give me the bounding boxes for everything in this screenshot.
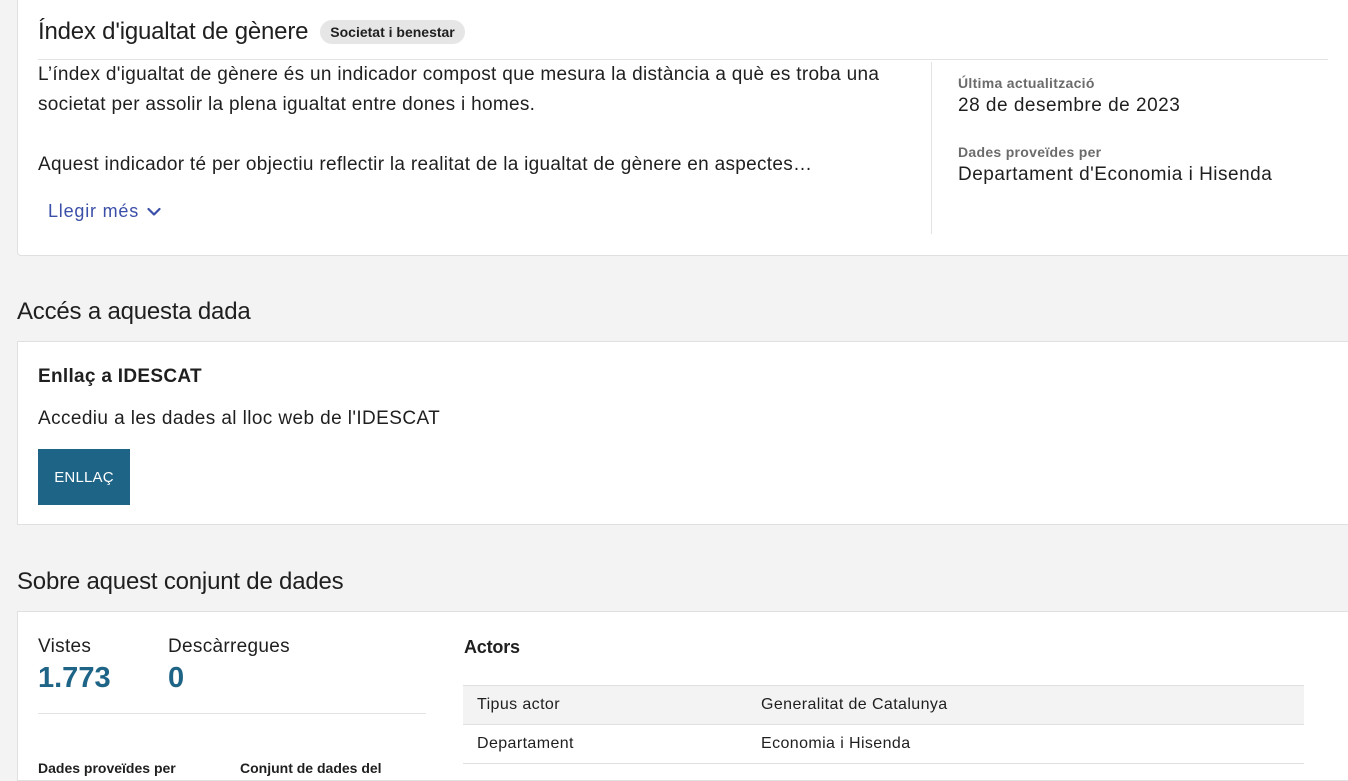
category-badge[interactable]: Societat i benestar [320,20,465,44]
downloads-stat: Descàrregues 0 [168,636,290,695]
table-row: Tipus actor Generalitat de Catalunya [463,685,1304,725]
page-title: Índex d'igualtat de gènere [38,18,309,45]
actor-key: Departament [463,724,761,764]
downloads-label: Descàrregues [168,636,290,657]
last-update-label: Última actualització [958,75,1095,91]
link-title: Enllaç a IDESCAT [38,366,202,387]
last-update-value: 28 de desembre de 2023 [958,95,1181,116]
provider-value: Departament d'Economia i Hisenda [958,164,1273,185]
link-description: Accediu a les dades al lloc web de l'IDE… [38,408,441,429]
provider-label: Dades proveïdes per [958,144,1102,160]
divider [38,713,426,714]
read-more-link[interactable]: Llegir més [48,201,161,222]
link-button[interactable]: ENLLAÇ [38,449,130,505]
provider: Dades proveïdes per Departament d'Econom… [958,144,1272,186]
downloads-value: 0 [168,662,185,694]
access-section-title: Accés a aquesta dada [17,298,251,325]
about-card: Vistes 1.773 Descàrregues 0 Dades proveï… [17,611,1348,781]
views-label: Vistes [38,636,92,657]
actors-title: Actors [464,637,520,657]
actor-value: Generalitat de Catalunya [761,685,1304,725]
dataset-description: L’índex d'igualtat de gènere és un indic… [38,60,918,180]
description-paragraph: L’índex d'igualtat de gènere és un indic… [38,64,880,115]
last-update: Última actualització 28 de desembre de 2… [958,75,1180,117]
title-row: Índex d'igualtat de gènere Societat i be… [38,18,465,46]
dataset-header-card: Índex d'igualtat de gènere Societat i be… [17,0,1348,256]
actor-key: Tipus actor [463,685,761,725]
description-paragraph-truncated: Aquest indicador té per objectiu reflect… [38,154,813,175]
views-value: 1.773 [38,662,111,694]
views-stat: Vistes 1.773 [38,636,111,695]
access-card: Enllaç a IDESCAT Accediu a les dades al … [17,341,1348,525]
provided-by-label: Dades proveïdes per [38,760,176,776]
read-more-label: Llegir més [48,201,140,221]
actors-table: Tipus actor Generalitat de Catalunya Dep… [463,685,1304,764]
chevron-down-icon [147,207,161,216]
actor-value: Economia i Hisenda [761,724,1304,764]
table-row: Departament Economia i Hisenda [463,724,1304,764]
about-section-title: Sobre aquest conjunt de dades [17,568,344,595]
vertical-divider [931,62,932,234]
collection-label: Conjunt de dades del [240,760,382,776]
